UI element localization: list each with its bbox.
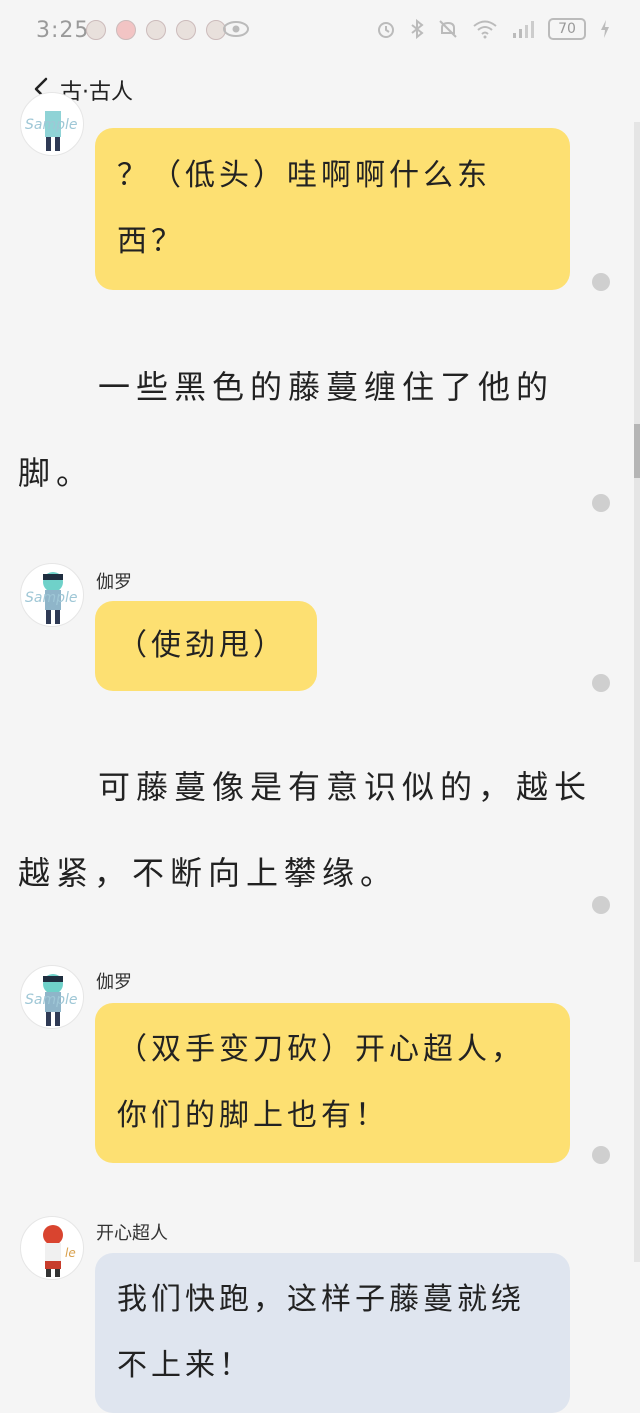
avatar[interactable]: Sample <box>20 92 84 156</box>
notification-icons <box>86 20 226 40</box>
narration-text: 一些黑色的藤蔓缠住了他的脚。 <box>18 368 555 492</box>
more-options-dot[interactable] <box>592 674 610 692</box>
status-time: 3:25 <box>36 18 90 43</box>
chat-bubble-text: 我们快跑，这样子藤蔓就绕不上来！ <box>117 1282 525 1383</box>
chat-bubble-text: （双手变刀砍）开心超人，你们的脚上也有！ <box>117 1032 525 1133</box>
system-icons: 70 <box>376 18 610 40</box>
top-nav: 古·古人 <box>0 62 640 118</box>
chat-bubble[interactable]: （双手变刀砍）开心超人，你们的脚上也有！ <box>95 1003 570 1163</box>
eye-icon <box>223 21 249 37</box>
bluetooth-icon <box>411 19 424 39</box>
speaker-name: 伽罗 <box>96 972 132 993</box>
narration-text: 可藤蔓像是有意识似的，越长越紧，不断向上攀缘。 <box>18 768 593 892</box>
more-options-dot[interactable] <box>592 896 610 914</box>
svg-text:Sample: Sample <box>25 590 78 606</box>
avatar[interactable]: le <box>20 1216 84 1280</box>
character-avatar-icon: Sample <box>25 974 78 1026</box>
svg-text:Sample: Sample <box>25 992 78 1008</box>
character-avatar-icon: Sample <box>25 572 78 624</box>
character-avatar-icon: Sample <box>25 111 78 151</box>
avatar[interactable]: Sample <box>20 563 84 627</box>
svg-text:Sample: Sample <box>25 117 78 133</box>
chat-bubble[interactable]: 我们快跑，这样子藤蔓就绕不上来！ <box>95 1253 570 1413</box>
notification-icon <box>176 20 196 40</box>
speaker-name: 伽罗 <box>96 572 132 593</box>
chat-bubble-text: ？（低头）哇啊啊什么东西？ <box>117 158 491 259</box>
notification-icon <box>146 20 166 40</box>
more-options-dot[interactable] <box>592 1146 610 1164</box>
avatar[interactable]: Sample <box>20 965 84 1029</box>
more-options-dot[interactable] <box>592 273 610 291</box>
notification-icon <box>86 20 106 40</box>
svg-text:le: le <box>65 1246 76 1260</box>
chat-bubble[interactable]: ？（低头）哇啊啊什么东西？ <box>95 128 570 290</box>
speaker-name: 开心超人 <box>96 1223 168 1244</box>
mute-icon <box>439 20 457 38</box>
signal-icon <box>513 21 534 38</box>
scrollbar-thumb[interactable] <box>634 424 640 478</box>
character-avatar-icon: le <box>43 1225 76 1277</box>
more-options-dot[interactable] <box>592 494 610 512</box>
wifi-icon <box>473 20 497 39</box>
status-bar: 3:25 70 <box>0 0 640 62</box>
chat-bubble-text: （使劲甩） <box>117 628 287 663</box>
alarm-icon <box>378 22 394 38</box>
charging-icon <box>601 20 609 38</box>
notification-icon <box>116 20 136 40</box>
scrollbar-track[interactable] <box>634 122 640 1262</box>
battery-indicator: 70 <box>548 18 586 40</box>
chat-bubble[interactable]: （使劲甩） <box>95 601 317 691</box>
